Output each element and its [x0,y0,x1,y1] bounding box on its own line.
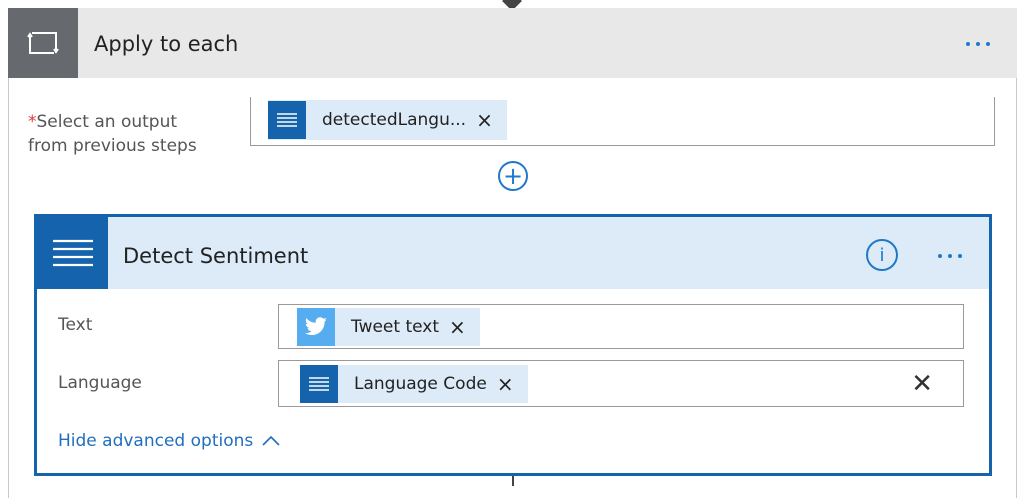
select-output-field[interactable]: detectedLangu... × [250,97,995,146]
detected-language-token-label: detectedLangu... [322,110,467,130]
text-field[interactable]: Tweet text × [278,304,964,349]
language-field-label: Language [58,373,142,393]
select-output-label-line1: Select an output [36,112,178,132]
text-lines-icon [268,101,306,139]
loop-arrows-icon [27,32,59,54]
language-field[interactable]: Language Code × ✕ [278,360,964,407]
apply-to-each-title: Apply to each [94,32,239,56]
hide-advanced-options-link[interactable]: Hide advanced options [58,429,281,453]
loop-icon [8,8,78,78]
select-output-label-line2: from previous steps [28,136,197,156]
tweet-text-token-label: Tweet text [351,316,440,337]
hide-advanced-options-label: Hide advanced options [58,431,254,451]
twitter-bird-icon [297,307,335,346]
remove-token-icon[interactable]: × [449,315,480,339]
language-code-token[interactable]: Language Code × [300,364,528,403]
required-marker: * [28,112,37,132]
chevron-up-icon [262,435,280,446]
detect-sentiment-more-icon[interactable] [938,254,962,258]
remove-token-icon[interactable]: × [476,108,507,132]
tweet-text-token[interactable]: Tweet text × [297,307,480,346]
add-action-button[interactable]: + [498,161,528,191]
clear-field-icon[interactable]: ✕ [911,369,933,399]
detect-sentiment-title: Detect Sentiment [123,244,309,268]
info-icon[interactable]: i [866,239,898,271]
select-output-label: *Select an output from previous steps [28,110,197,158]
text-analytics-icon [37,217,108,289]
apply-to-each-more-icon[interactable] [966,42,990,46]
language-code-token-label: Language Code [354,373,487,394]
detected-language-token[interactable]: detectedLangu... × [268,100,507,140]
remove-token-icon[interactable]: × [497,372,528,396]
text-field-label: Text [58,315,93,335]
text-lines-icon [300,364,338,403]
